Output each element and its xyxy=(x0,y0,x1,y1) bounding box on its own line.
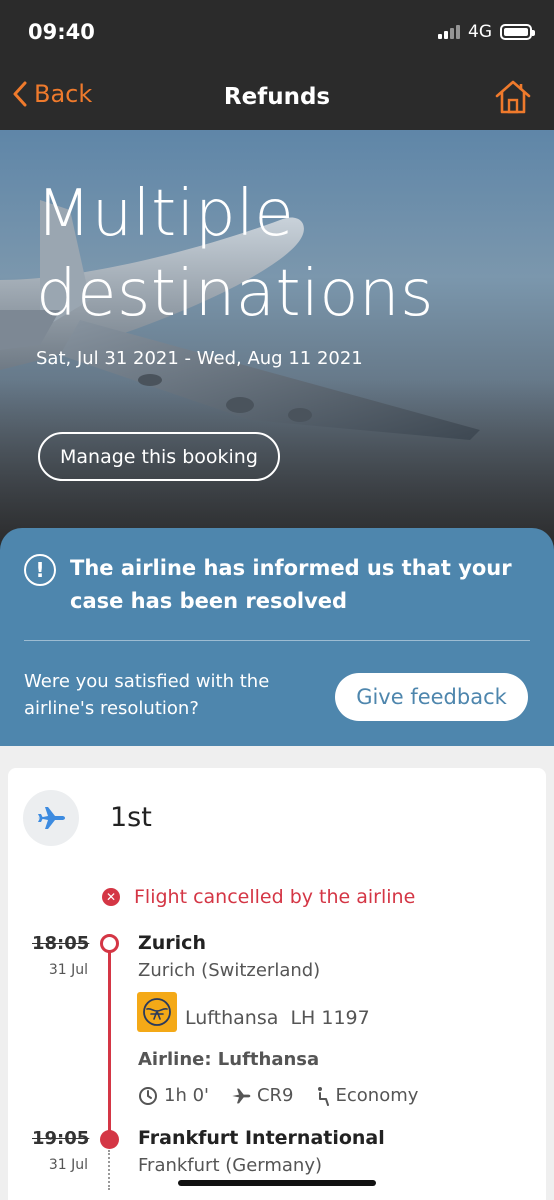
signal-icon xyxy=(438,25,460,39)
status-text: Flight cancelled by the airline xyxy=(134,886,416,908)
airplane-icon xyxy=(23,790,79,846)
status-time: 09:40 xyxy=(28,20,95,44)
duration: 1h 0' xyxy=(164,1085,209,1106)
notice-message: The airline has informed us that your ca… xyxy=(70,556,512,613)
arrival-date: 31 Jul xyxy=(48,1157,88,1173)
departure-city: Zurich xyxy=(138,932,206,954)
feedback-question: Were you satisfied with the airline's re… xyxy=(24,671,270,719)
flight-card: 1st ✕ Flight cancelled by the airline 18… xyxy=(8,768,546,1200)
leg-title: 1st xyxy=(110,802,152,833)
carrier-info: Lufthansa LH 1197 xyxy=(185,1007,370,1029)
flight-meta: 1h 0' CR9 Economy xyxy=(138,1085,418,1106)
close-circle-icon: ✕ xyxy=(102,888,120,906)
arrival-city: Frankfurt International xyxy=(138,1127,385,1149)
battery-icon xyxy=(500,24,535,40)
airline-label: Airline: Lufthansa xyxy=(138,1049,320,1070)
status-indicators: 4G xyxy=(438,22,535,42)
hero-title: Multiple destinations xyxy=(36,177,434,331)
seat-icon xyxy=(317,1086,329,1106)
arrival-time: 19:05 xyxy=(32,1128,90,1149)
back-label: Back xyxy=(34,80,93,108)
arrival-airport: Frankfurt (Germany) xyxy=(138,1155,323,1176)
resolution-notice: ! The airline has informed us that your … xyxy=(0,528,554,746)
departure-date: 31 Jul xyxy=(48,962,88,978)
hero-banner: Multiple destinations Sat, Jul 31 2021 -… xyxy=(0,130,554,550)
trip-dates: Sat, Jul 31 2021 - Wed, Aug 11 2021 xyxy=(36,348,363,369)
home-indicator[interactable] xyxy=(178,1180,376,1186)
network-label: 4G xyxy=(468,22,492,42)
back-button[interactable]: Back xyxy=(12,80,92,108)
aircraft-icon xyxy=(232,1088,251,1103)
content-area: 1st ✕ Flight cancelled by the airline 18… xyxy=(0,746,554,1200)
home-icon[interactable] xyxy=(494,78,532,116)
divider xyxy=(24,640,530,641)
manage-booking-button[interactable]: Manage this booking xyxy=(38,432,280,481)
lufthansa-logo-icon xyxy=(137,992,177,1032)
chevron-left-icon xyxy=(13,81,27,107)
aircraft-type: CR9 xyxy=(256,1085,294,1106)
timeline-line xyxy=(108,940,111,1140)
clock-icon xyxy=(139,1086,157,1105)
departure-node xyxy=(100,934,119,953)
cabin-class: Economy xyxy=(335,1085,419,1106)
timeline-continuation xyxy=(108,1150,110,1190)
arrival-node xyxy=(100,1130,119,1149)
flight-status: ✕ Flight cancelled by the airline xyxy=(102,886,415,908)
departure-airport: Zurich (Switzerland) xyxy=(138,960,321,981)
give-feedback-button[interactable]: Give feedback xyxy=(335,673,528,721)
top-bar: 09:40 4G Back Refunds xyxy=(0,0,554,130)
info-icon: ! xyxy=(24,554,56,586)
departure-time: 18:05 xyxy=(32,933,90,954)
